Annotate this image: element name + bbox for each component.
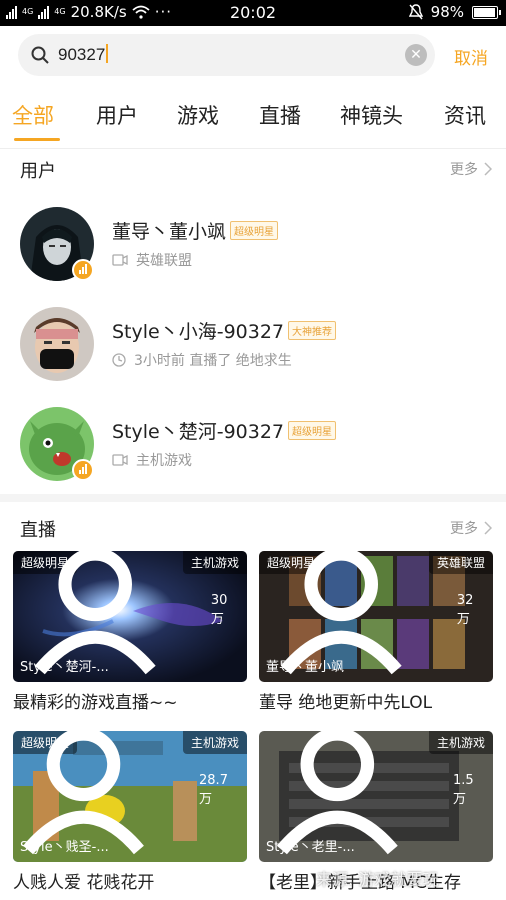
- person-icon: [277, 731, 399, 855]
- live-card[interactable]: 超级明星 主机游戏 Style丶楚河-... 30万 最精彩的游戏直播~~: [13, 551, 247, 719]
- user-name: Style丶小海-90327 大神推荐: [112, 317, 337, 344]
- clock-icon: [112, 353, 126, 367]
- user-name: Style丶楚河-90327 超级明星: [112, 417, 337, 444]
- user-subtitle: 英雄联盟: [112, 250, 192, 270]
- user-name-text: Style丶楚河-90327: [112, 421, 285, 443]
- search-icon: [31, 46, 49, 64]
- tab-games[interactable]: 游戏: [177, 100, 219, 130]
- section-divider: [0, 494, 506, 502]
- person-icon: [35, 551, 157, 675]
- tab-highlights[interactable]: 神镜头: [340, 100, 403, 130]
- cancel-button[interactable]: 取消: [454, 44, 488, 69]
- card-viewers: 28.7万: [13, 731, 239, 855]
- users-section-title: 用户: [20, 161, 56, 182]
- text-caret: [106, 44, 109, 63]
- card-viewers: 1.5万: [259, 731, 485, 855]
- search-input[interactable]: 90327: [58, 44, 109, 65]
- battery-percent: 98%: [430, 3, 464, 21]
- live-thumbnail[interactable]: 超级明星 主机游戏 Style丶楚河-... 30万: [13, 551, 247, 682]
- status-bar: 4G 4G 20.8K/s ··· 20:02 98%: [0, 0, 506, 26]
- user-subtitle: 主机游戏: [112, 450, 192, 470]
- card-viewers-count: 1.5万: [452, 772, 474, 807]
- user-subtitle-text: 3小时前 直播了 绝地求生: [134, 353, 292, 369]
- avatar[interactable]: [20, 307, 94, 381]
- users-more-link[interactable]: 更多: [450, 159, 492, 179]
- user-badge: 大神推荐: [288, 321, 337, 340]
- tab-news[interactable]: 资讯: [444, 100, 486, 130]
- card-title[interactable]: 董导 绝地更新中先LOL: [259, 688, 499, 713]
- chevron-right-icon: [484, 521, 492, 535]
- tab-live[interactable]: 直播: [259, 100, 301, 130]
- user-row[interactable]: Style丶小海-90327 大神推荐 3小时前 直播了 绝地求生: [0, 300, 506, 400]
- tabs-divider: [0, 148, 506, 149]
- live-card[interactable]: 超级明星 主机游戏 Style丶贱圣-... 28.7万 人贱人爱 花贱花开: [13, 731, 247, 899]
- chevron-right-icon: [484, 162, 492, 176]
- live-section-title: 直播: [20, 520, 56, 541]
- tab-all[interactable]: 全部: [12, 100, 54, 130]
- category-tabs: 全部 用户 游戏 直播 神镜头 资讯: [0, 100, 506, 144]
- card-viewers-count: 32万: [456, 592, 474, 627]
- users-more-label: 更多: [450, 162, 478, 178]
- card-viewers: 30万: [13, 551, 239, 675]
- watermark: 来源: 游戏就要玩: [316, 870, 439, 889]
- user-subtitle-text: 主机游戏: [136, 453, 192, 469]
- level-badge-icon: [72, 459, 94, 481]
- user-name-text: Style丶小海-90327: [112, 321, 285, 343]
- battery-icon: [472, 5, 501, 19]
- tab-users[interactable]: 用户: [96, 100, 138, 130]
- video-icon: [112, 454, 128, 466]
- status-right: 98%: [408, 3, 501, 21]
- battery-fill: [474, 7, 495, 17]
- user-row[interactable]: 董导丶董小飒 超级明星 英雄联盟: [0, 200, 506, 300]
- user-subtitle: 3小时前 直播了 绝地求生: [112, 350, 292, 370]
- live-thumbnail[interactable]: 超级明星 主机游戏 Style丶贱圣-... 28.7万: [13, 731, 247, 862]
- live-card[interactable]: 超级明星 英雄联盟 董导丶董小飒 32万 董导 绝地更新中先LOL: [259, 551, 493, 719]
- user-name: 董导丶董小飒 超级明星: [112, 217, 279, 244]
- card-title[interactable]: 人贱人爱 花贱花开: [13, 868, 253, 893]
- card-viewers-count: 28.7万: [199, 772, 228, 807]
- video-icon: [112, 254, 128, 266]
- mute-bell-icon: [408, 4, 423, 20]
- user-row[interactable]: Style丶楚河-90327 超级明星 主机游戏: [0, 400, 506, 500]
- active-tab-indicator: [14, 138, 60, 141]
- live-more-label: 更多: [450, 521, 478, 537]
- live-thumbnail[interactable]: 主机游戏 Style丶老里-... 1.5万: [259, 731, 493, 862]
- user-subtitle-text: 英雄联盟: [136, 253, 192, 269]
- card-title[interactable]: 最精彩的游戏直播~~: [13, 688, 253, 713]
- person-icon: [23, 731, 144, 855]
- search-bar[interactable]: 90327 ✕: [18, 34, 435, 76]
- level-badge-icon: [72, 259, 94, 281]
- user-badge: 超级明星: [288, 421, 337, 440]
- user-badge: 超级明星: [230, 221, 279, 240]
- card-viewers: 32万: [259, 551, 485, 675]
- live-thumbnail[interactable]: 超级明星 英雄联盟 董导丶董小飒 32万: [259, 551, 493, 682]
- live-more-link[interactable]: 更多: [450, 518, 492, 538]
- person-icon: [281, 551, 403, 675]
- user-name-text: 董导丶董小飒: [112, 221, 227, 243]
- search-query: 90327: [58, 45, 106, 64]
- clear-search-button[interactable]: ✕: [405, 44, 427, 66]
- card-viewers-count: 30万: [210, 592, 228, 627]
